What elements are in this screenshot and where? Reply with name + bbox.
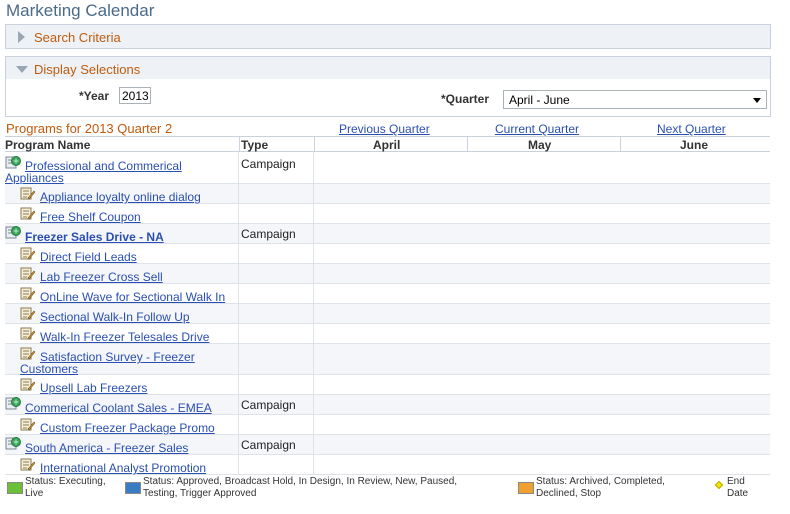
- table-row: Upsell Lab Freezers: [5, 375, 770, 395]
- table-row: Commerical Coolant Sales - EMEA Campaign: [5, 395, 770, 415]
- year-input[interactable]: [119, 87, 151, 104]
- expand-icon: [18, 31, 25, 43]
- quarter-label: *Quarter: [441, 92, 490, 106]
- collapse-icon: [16, 66, 28, 73]
- legend-blue-swatch: [125, 482, 141, 494]
- programs-title: Programs for 2013 Quarter 2: [6, 121, 173, 136]
- col-june: June: [680, 138, 709, 152]
- end-date-diamond-icon: [714, 480, 724, 490]
- task-icon: [20, 347, 35, 360]
- task-icon: [20, 458, 35, 471]
- task-icon: [20, 327, 35, 340]
- task-link[interactable]: International Analyst Promotion: [40, 461, 206, 475]
- display-selections-panel: *Year *Quarter April - June: [5, 79, 771, 117]
- col-april: April: [373, 138, 401, 152]
- program-icon: [5, 156, 21, 169]
- task-icon: [20, 207, 35, 220]
- program-link[interactable]: Freezer Sales Drive - NA: [25, 230, 164, 244]
- search-criteria-label: Search Criteria: [34, 30, 121, 45]
- program-icon: [5, 226, 21, 239]
- task-link-cont[interactable]: Customers: [20, 362, 78, 376]
- program-icon: [5, 397, 21, 410]
- type-cell: Campaign: [239, 395, 314, 414]
- table-row: Freezer Sales Drive - NA Campaign: [5, 224, 770, 244]
- table-row: Professional and Commerical Appliances C…: [5, 152, 770, 185]
- table-row: Custom Freezer Package Promo: [5, 415, 770, 435]
- task-icon: [20, 378, 35, 391]
- table-row: OnLine Wave for Sectional Walk In: [5, 284, 770, 304]
- table-row: Sectional Walk-In Follow Up: [5, 304, 770, 324]
- table-row: International Analyst Promotion: [5, 455, 770, 475]
- legend-green-text: Status: Executing, Live: [25, 476, 106, 499]
- task-link[interactable]: Upsell Lab Freezers: [40, 381, 147, 395]
- table-row: Lab Freezer Cross Sell: [5, 264, 770, 284]
- table-row: Free Shelf Coupon: [5, 204, 770, 224]
- type-cell: Campaign: [239, 435, 314, 454]
- table-row: South America - Freezer Sales Campaign: [5, 435, 770, 455]
- task-icon: [20, 247, 35, 260]
- task-icon: [20, 187, 35, 200]
- chevron-down-icon: [753, 98, 761, 103]
- task-icon: [20, 287, 35, 300]
- program-link[interactable]: South America - Freezer Sales: [25, 441, 188, 455]
- type-cell: Campaign: [239, 224, 314, 243]
- program-grid: Program Name Type April May June Profess…: [5, 136, 770, 475]
- legend-end-date-text: End Date: [727, 476, 749, 499]
- task-icon: [20, 307, 35, 320]
- display-selections-section[interactable]: Display Selections: [5, 56, 771, 80]
- quarter-value: April - June: [509, 93, 570, 107]
- table-row: Walk-In Freezer Telesales Drive: [5, 324, 770, 344]
- legend-green-swatch: [7, 482, 23, 494]
- task-link[interactable]: Walk-In Freezer Telesales Drive: [40, 330, 209, 344]
- task-icon: [20, 418, 35, 431]
- col-program-name: Program Name: [5, 138, 91, 152]
- legend-blue-text: Status: Approved, Broadcast Hold, In Des…: [143, 476, 458, 499]
- program-link-cont[interactable]: Appliances: [5, 171, 64, 185]
- task-link[interactable]: Sectional Walk-In Follow Up: [40, 310, 190, 324]
- task-link[interactable]: Lab Freezer Cross Sell: [40, 270, 163, 284]
- next-quarter-link[interactable]: Next Quarter: [657, 122, 726, 136]
- display-selections-label: Display Selections: [34, 62, 141, 77]
- type-cell: Campaign: [239, 152, 314, 183]
- year-label: *Year: [79, 89, 110, 103]
- current-quarter-link[interactable]: Current Quarter: [495, 122, 579, 136]
- legend-orange-text: Status: Archived, Completed, Declined, St…: [536, 476, 665, 499]
- table-row: Satisfaction Survey - Freezer Customers: [5, 344, 770, 376]
- program-link[interactable]: Commerical Coolant Sales - EMEA: [25, 401, 212, 415]
- task-link[interactable]: Direct Field Leads: [40, 250, 137, 264]
- task-link[interactable]: Custom Freezer Package Promo: [40, 421, 215, 435]
- col-type: Type: [241, 138, 269, 152]
- previous-quarter-link[interactable]: Previous Quarter: [339, 122, 430, 136]
- table-row: Appliance loyalty online dialog: [5, 184, 770, 204]
- search-criteria-section[interactable]: Search Criteria: [5, 24, 771, 49]
- task-link[interactable]: Free Shelf Coupon: [40, 210, 141, 224]
- program-icon: [5, 437, 21, 450]
- quarter-select[interactable]: April - June: [503, 90, 767, 109]
- legend-orange-swatch: [518, 482, 534, 494]
- task-link[interactable]: OnLine Wave for Sectional Walk In: [40, 290, 225, 303]
- task-icon: [20, 267, 35, 280]
- task-link[interactable]: Appliance loyalty online dialog: [40, 190, 201, 204]
- col-may: May: [528, 138, 552, 152]
- grid-header: Program Name Type April May June: [5, 137, 770, 152]
- table-row: Direct Field Leads: [5, 244, 770, 264]
- page-title: Marketing Calendar: [6, 1, 155, 20]
